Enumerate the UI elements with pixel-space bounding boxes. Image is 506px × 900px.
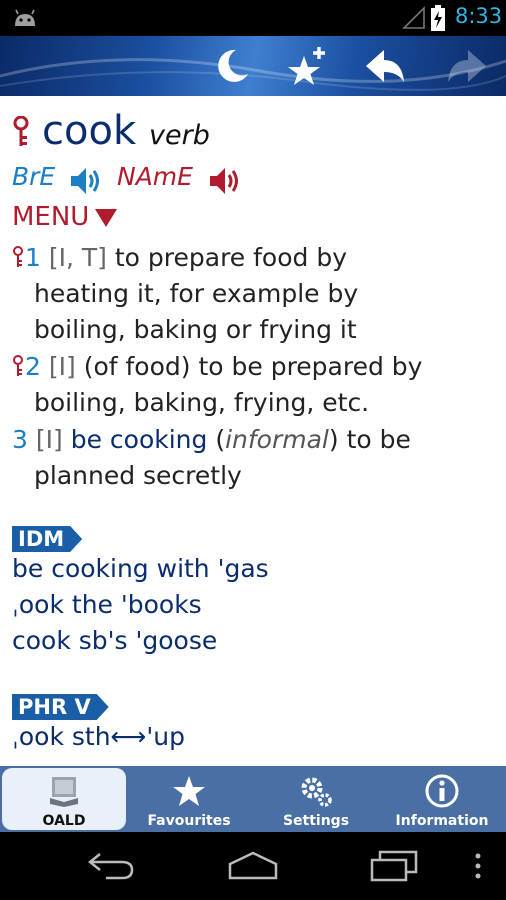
sense-number: 2	[25, 352, 41, 381]
definition-line: planned secretly	[34, 461, 242, 490]
menu-toggle[interactable]: MENU	[12, 202, 118, 232]
signal-icon	[402, 6, 425, 29]
arrow-forward-icon[interactable]	[444, 44, 488, 88]
phrasal-verb-link[interactable]: ˌook sth⟷'up	[12, 722, 185, 751]
sense-number: 1	[25, 243, 41, 272]
key-icon	[13, 355, 23, 376]
sense-1: 1 [I, T] to prepare food by heating it, …	[12, 240, 492, 348]
idiom-link[interactable]: cook sb's 'goose	[12, 626, 217, 655]
book-icon	[50, 777, 78, 807]
star-plus-icon[interactable]	[286, 44, 330, 88]
grammar-code: [I, T]	[48, 243, 107, 272]
idiom-link[interactable]: ˌook the 'books	[12, 590, 202, 619]
gears-icon	[301, 777, 332, 807]
info-icon	[425, 774, 459, 808]
definition-line: heating it, for example by	[34, 279, 359, 308]
system-nav-bar	[0, 832, 506, 900]
nav-back-icon[interactable]	[86, 850, 136, 880]
tab-favourites[interactable]: Favourites	[127, 768, 251, 830]
toolbar	[0, 36, 506, 96]
pron-name-label: NAmE	[117, 162, 193, 191]
menu-label: MENU	[12, 202, 90, 232]
battery-charging-icon	[431, 5, 445, 31]
phrasal-verbs-tag[interactable]: PHR V	[12, 694, 109, 720]
tab-label: Information	[395, 813, 489, 829]
idioms-tag[interactable]: IDM	[12, 526, 82, 552]
definition-line: boiling, baking or frying it	[34, 315, 357, 344]
moon-icon[interactable]	[210, 44, 254, 88]
idiom-link[interactable]: be cooking with 'gas	[12, 554, 269, 583]
grammar-code: [I]	[48, 352, 76, 381]
status-bar: 8:33	[0, 0, 506, 36]
pron-bre-label: BrE	[12, 162, 56, 191]
register-label: informal	[225, 425, 329, 454]
grammar-code: [I]	[35, 425, 63, 454]
triangle-down-icon	[95, 208, 118, 227]
speaker-name-icon[interactable]	[208, 164, 244, 198]
definition-line: to prepare food by	[114, 243, 348, 272]
android-icon	[15, 9, 35, 26]
sense-phrase: be cooking	[70, 425, 208, 454]
entry-content: cook verb BrE NAmE MENU 1 [I, T] to prep…	[0, 96, 506, 766]
sense-number: 3	[12, 425, 28, 454]
key-icon	[13, 246, 23, 267]
tab-label: Favourites	[147, 813, 231, 829]
speaker-bre-icon[interactable]	[69, 164, 105, 198]
tab-label: Settings	[282, 813, 350, 829]
tab-label: OALD	[42, 813, 86, 829]
overflow-menu-icon[interactable]	[474, 852, 482, 880]
tab-settings[interactable]: Settings	[254, 768, 378, 830]
definition-line: boiling, baking, frying, etc.	[34, 388, 370, 417]
part-of-speech: verb	[149, 120, 210, 151]
tab-bar: OALD Favourites Settings Information	[0, 766, 506, 832]
nav-recent-apps-icon[interactable]	[368, 848, 420, 882]
definition-line: to be	[346, 425, 411, 454]
sense-3: 3 [I] be cooking (informal) to be planne…	[12, 422, 492, 494]
definition-line: (of food) to be prepared by	[83, 352, 423, 381]
arrow-back-icon[interactable]	[364, 44, 408, 88]
status-clock: 8:33	[455, 4, 503, 28]
star-icon	[173, 776, 205, 806]
nav-home-icon[interactable]	[226, 850, 280, 880]
key-icon	[13, 116, 29, 146]
tab-oald[interactable]: OALD	[2, 768, 126, 830]
headword: cook	[42, 108, 137, 154]
sense-2: 2 [I] (of food) to be prepared by boilin…	[12, 349, 492, 421]
tab-information[interactable]: Information	[380, 768, 504, 830]
